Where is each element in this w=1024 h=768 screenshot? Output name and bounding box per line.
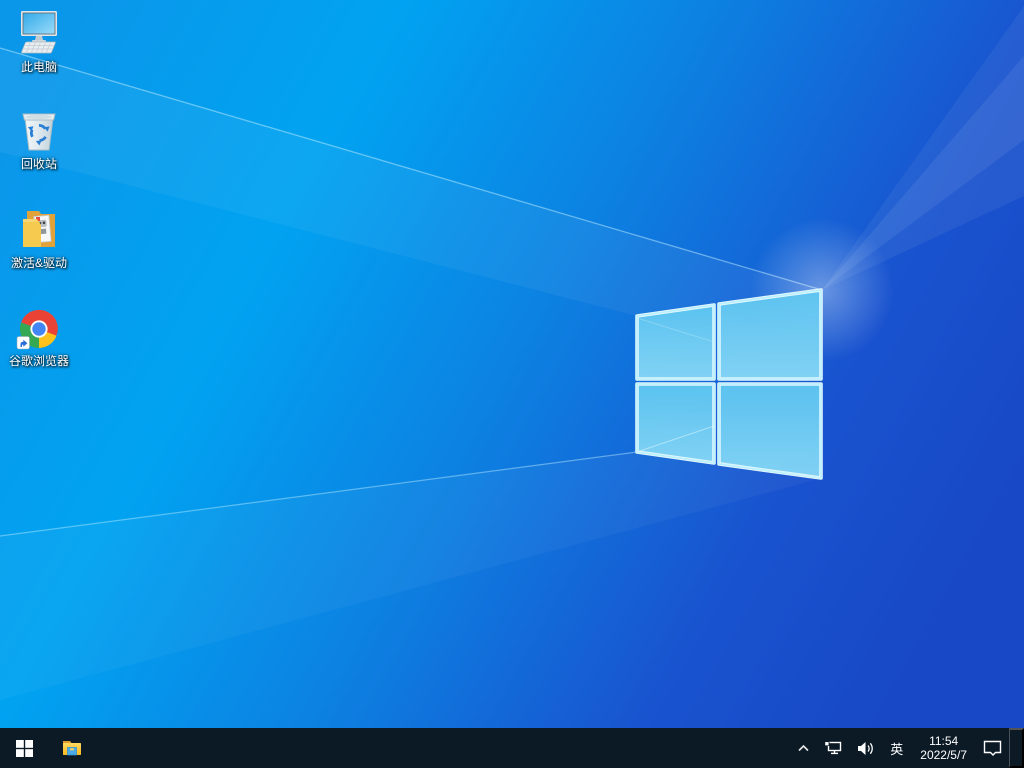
show-hidden-icons-button[interactable] [790,728,817,768]
language-indicator-label: 英 [890,741,904,757]
tray-time: 11:54 [929,734,959,748]
show-desktop-button[interactable] [1009,728,1024,768]
system-tray: 英 11:54 2022/5/7 [790,728,1024,768]
start-button[interactable] [0,728,48,768]
network-tray-button[interactable] [817,728,850,768]
desktop-icon-grid: 此电脑 回收站 激活&驱动 谷歌浏览器 [0,0,80,728]
action-center-button[interactable] [976,728,1009,768]
clock-tray-button[interactable]: 11:54 2022/5/7 [911,728,976,768]
this-pc-icon [21,11,57,54]
volume-tray-button[interactable] [850,728,882,768]
shortcut-arrow-overlay [16,336,30,350]
chevron-up-icon [798,744,809,752]
tray-date: 2022/5/7 [920,748,967,762]
folder-icon [23,211,55,247]
ethernet-network-icon [824,741,842,755]
chrome-icon [16,309,58,350]
action-center-icon [983,740,1002,756]
desktop-icon-this-pc[interactable]: 此电脑 [1,9,77,74]
speaker-icon [858,741,874,755]
windows-start-icon [15,739,33,757]
language-indicator-button[interactable]: 英 [882,728,911,768]
taskbar: 英 11:54 2022/5/7 [0,728,1024,768]
desktop[interactable]: 此电脑 回收站 激活&驱动 谷歌浏览器 英 11:54 2022/5/7 [0,0,1024,768]
taskbar-empty-area[interactable] [96,728,790,768]
file-explorer-icon [63,741,81,756]
desktop-icon-label: 回收站 [20,157,57,171]
desktop-icon-label: 谷歌浏览器 [8,354,69,368]
desktop-icon-label: 此电脑 [20,60,57,74]
desktop-icon-label: 激活&驱动 [10,256,67,270]
wallpaper-windows-logo [0,0,1024,768]
desktop-icon-google-chrome[interactable]: 谷歌浏览器 [1,303,77,368]
recycle-bin-icon [22,113,56,151]
desktop-icon-recycle-bin[interactable]: 回收站 [1,106,77,171]
desktop-icon-activation-drivers[interactable]: 激活&驱动 [1,205,77,270]
file-explorer-taskbar-button[interactable] [48,728,96,768]
